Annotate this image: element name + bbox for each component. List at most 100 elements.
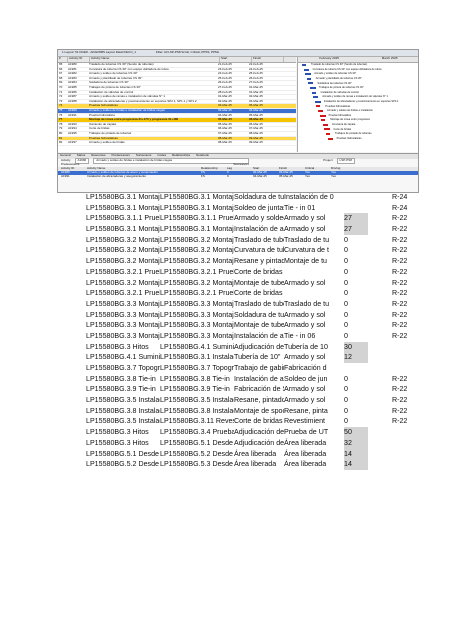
table-cell-d: Armado y sol [284, 385, 326, 394]
table-cell-c: Trabajo de gabinete y pc [234, 364, 284, 372]
gantt-bar[interactable] [302, 64, 306, 66]
activity-cell-start: 01-Mar-25 [218, 95, 232, 99]
gantt-bar[interactable] [322, 123, 328, 126]
activity-cell-name: Prueba hidrostática [89, 113, 115, 117]
gantt-bar-label: Instalación de válvulas de control [320, 90, 359, 94]
gantt-bar[interactable] [319, 114, 326, 117]
activity-cell-name: Instalación de válvulas de control [89, 90, 134, 94]
activity-relationship-table: LP15580BG.3.1 Montaje LP15580BG.3.1 Monta… [86, 192, 426, 470]
table-cell-d: Armado y sol [284, 214, 326, 223]
activity-cell-id: A1995 [68, 131, 77, 135]
gantt-month: February 2025 [319, 56, 339, 60]
activity-cell-num: 72 [59, 95, 63, 99]
activity-cell-num: 65 [59, 63, 63, 66]
table-cell-c: Área liberada [234, 449, 277, 458]
column-header[interactable]: Activity Name [90, 57, 220, 62]
table-cell-b: LP15580BG.3.3 Montaje [160, 331, 234, 340]
gantt-bar[interactable] [326, 133, 330, 135]
table-cell-d: Armado y sol [284, 396, 326, 405]
table-cell-d: Revestimient [284, 417, 326, 426]
gantt-bar[interactable] [311, 91, 316, 94]
gantt-bar[interactable] [313, 96, 319, 99]
table-row: LP15580BG.3.8 Instalaci LP15580BG.3.8 Ins… [86, 406, 426, 417]
table-cell-b: LP15580BG.3.3 Montaje [160, 310, 234, 319]
table-cell-d: Resane, pinta [284, 406, 328, 415]
table-cell-b: LP15580BG.3.2 Montaje [160, 278, 234, 287]
activity-cell-start: 25-Feb-25 [218, 76, 232, 80]
table-cell-b: LP15580BG.5.3 Desde la [160, 460, 234, 469]
activity-cell-finish: 08-Mar-25 [249, 118, 264, 122]
activity-cell-start: 28-Feb-25 [218, 90, 232, 94]
activity-cell-finish: 07-Mar-25 [249, 127, 263, 131]
activity-cell-start: 21-Feb-25 [218, 63, 232, 66]
table-cell-a: LP15580BG.3.8 Instalaci [86, 406, 160, 415]
relationship-row[interactable]: A1991 Instalación de abrazaderas y asegur… [58, 175, 418, 179]
column-header[interactable]: Start [220, 57, 252, 62]
table-cell-g: R-22 [392, 331, 408, 340]
table-cell-a: LP15580BG.3.5 Instalaci [86, 417, 160, 426]
gantt-bar[interactable] [314, 100, 321, 103]
table-row: LP15580BG.3 Hitos LP15580BG.3.4 Pruebas Ad… [86, 427, 426, 438]
table-cell-a: LP15580BG.3 Hitos [86, 428, 149, 437]
table-cell-g: R-22 [392, 267, 408, 276]
activity-cell-num: 75 [59, 108, 63, 112]
table-cell-c: Armado y soldeo de ven [234, 214, 284, 223]
table-cell-a: LP15580BG.3.7 Topografía [86, 364, 160, 372]
activity-cell-start: 02-Mar-25 [218, 99, 232, 103]
gantt-bar[interactable] [321, 119, 326, 122]
activity-cell-finish: 24-Feb-25 [249, 67, 263, 71]
gantt-bar[interactable] [305, 73, 312, 76]
table-cell-b: LP15580BG.3.9 Tie-in [160, 385, 230, 394]
table-cell-e: 0 [344, 278, 348, 287]
relationship-cell-drv: Yes [331, 174, 336, 179]
gantt-bar[interactable] [324, 128, 331, 131]
activity-cell-name: Soldadura de tuberías CS 30" [89, 81, 129, 85]
table-cell-d: Tubería de 10 [284, 342, 328, 351]
gantt-chart: February 2025 March 2025 Traslado de tub… [297, 56, 418, 152]
activity-cell-name: Trabajos de pintura de tuberías CS 30" [89, 85, 141, 89]
table-row: LP15580BG.3 Hitos LP15580BG.5.1 Desde la A… [86, 437, 426, 449]
activity-row[interactable]: 82 A1997 Armado y soldeo de bridas 08-Mar-2… [58, 141, 296, 146]
layout-title: 1 Layout: 51 DCER - AICE/WBS Layout Deta… [62, 50, 136, 55]
gantt-bar-label: Pruebas hidrostáticas [325, 104, 351, 108]
activity-cell-start: 03-Mar-25 [218, 104, 232, 108]
gantt-bar[interactable] [310, 87, 316, 89]
table-cell-a: LP15580BG.3.2 Montaje [86, 235, 160, 244]
table-cell-c: Tubería de 10" [234, 353, 281, 362]
table-cell-d: Área liberada [284, 449, 327, 458]
activity-cell-num: 80 [59, 131, 63, 135]
gantt-bar[interactable] [303, 68, 309, 71]
table-cell-a: LP15580BG.3.5 Instalaci [86, 396, 160, 405]
gantt-bar-label: Curvatura de zapata [331, 123, 356, 126]
gantt-bar[interactable] [318, 110, 323, 112]
gantt-bar[interactable] [308, 82, 314, 85]
table-cell-a: LP15580BG.3.1 Montaje [86, 203, 160, 212]
activity-cell-name: Armado y soldeo de bridas e instalación … [89, 108, 165, 112]
gantt-bar[interactable] [327, 137, 333, 140]
column-header[interactable]: # [58, 57, 68, 62]
activity-name-field[interactable]: Armado y soldeo de bridas e instalación … [93, 158, 250, 164]
activity-cell-name: Armado y plantillado de tuberías CS 30" [89, 76, 143, 80]
table-row: LP15580BG.5.2 Desde la LP15580BG.5.3 Desd… [86, 459, 426, 470]
activity-cell-start: 08-Mar-25 [218, 136, 232, 140]
table-cell-d: Tie - in 06 [284, 331, 316, 340]
gantt-bar[interactable] [306, 77, 311, 80]
column-header[interactable]: Activity ID [68, 57, 90, 62]
table-cell-a: LP15580BG.3.1 Montaje [86, 225, 160, 234]
activity-cell-start: 03-Mar-25 [218, 108, 232, 112]
table-cell-b: LP15580BG.3.2.1 Prueba [160, 267, 234, 276]
project-field[interactable]: LSP-PS8 [336, 158, 355, 164]
relationship-rows: A1989 Armado y soldeo de tuberías de acer… [58, 171, 418, 179]
activity-cell-num: 66 [59, 67, 63, 71]
table-cell-b: LP15580BG.3.7 Topografía [160, 364, 234, 372]
table-cell-c: Instalación de abrazade [234, 374, 284, 383]
table-cell-g: R-22 [392, 289, 408, 298]
gantt-bar[interactable] [316, 105, 321, 108]
column-header[interactable]: Finish [252, 57, 284, 62]
gantt-bar-label: Armado y soldeo de ramas e instalación d… [322, 95, 388, 99]
activity-cell-id: A1994 [68, 127, 77, 131]
table-cell-b: LP15580BG.3.2 Montaje [160, 257, 234, 266]
table-cell-c: Traslado de tubería CS 3 [234, 235, 284, 244]
table-cell-e: 0 [344, 417, 348, 426]
table-cell-e: 0 [344, 310, 348, 319]
